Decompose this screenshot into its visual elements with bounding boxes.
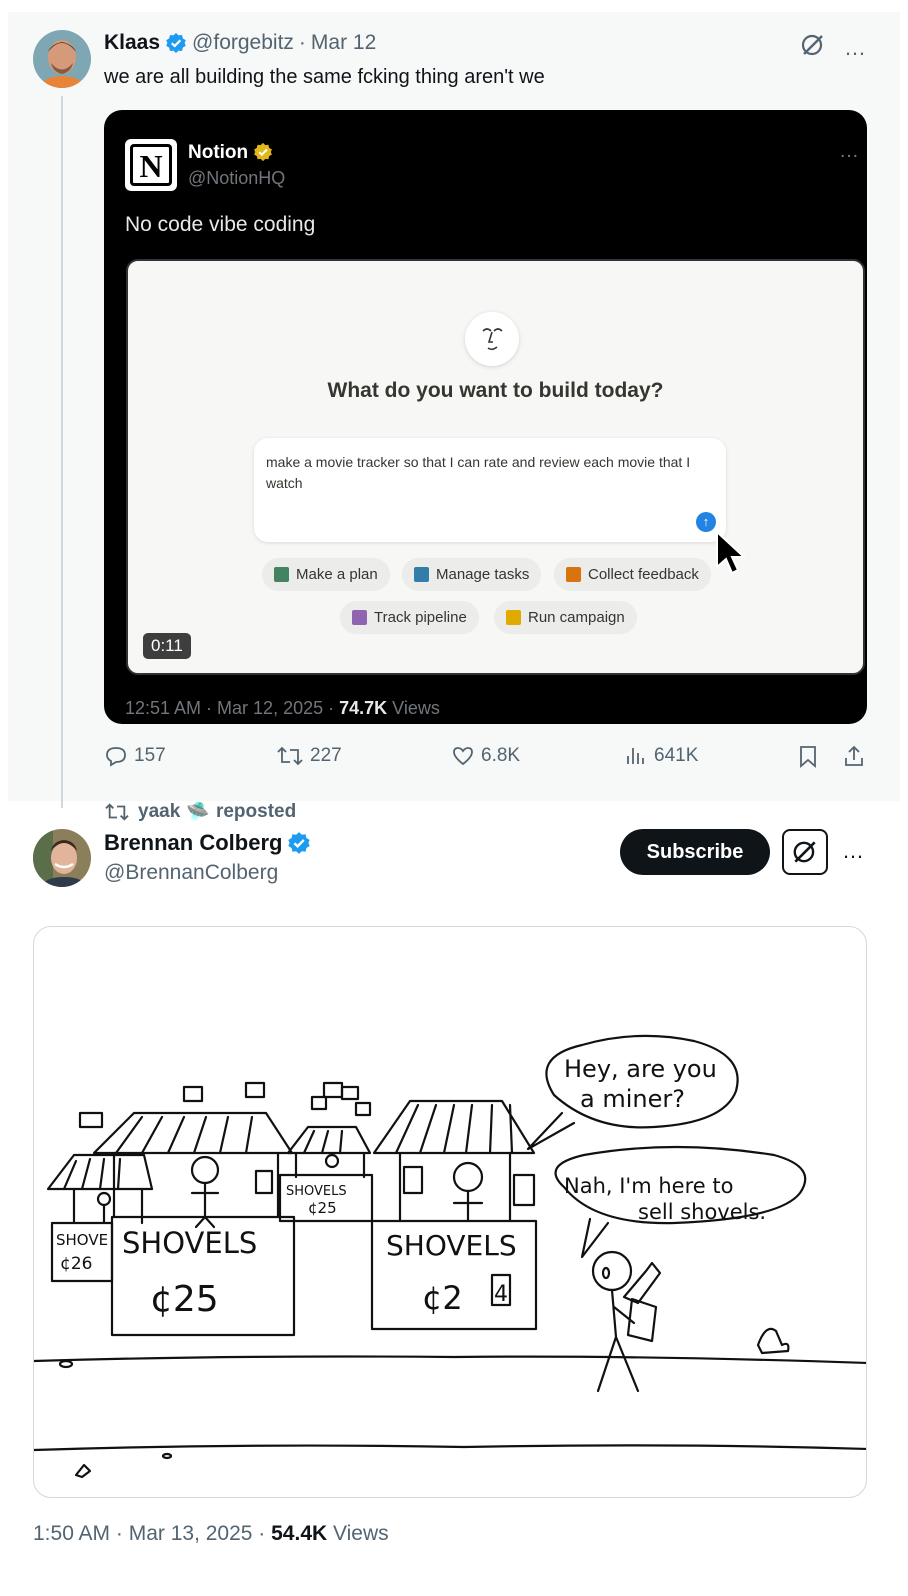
speech-bubble-1-line2: a miner? — [580, 1085, 685, 1113]
grok-icon[interactable] — [800, 32, 826, 63]
calendar-icon — [274, 567, 289, 582]
repost-count: 227 — [310, 745, 342, 766]
tweet-text: we are all building the same fcking thin… — [104, 66, 545, 88]
notion-ai-face-icon — [465, 312, 519, 366]
tweet2-views-count: 54.4K — [271, 1522, 328, 1545]
more-options-icon[interactable]: … — [844, 36, 866, 59]
chip-label: Make a plan — [296, 566, 378, 583]
quoted-more-icon[interactable]: … — [839, 140, 859, 163]
speech-bubble-2-line1: Nah, I'm here to — [564, 1174, 733, 1198]
grok-button[interactable] — [782, 829, 828, 875]
shovel-sellers-comic: SHOVE ¢26 SHOVELS ¢25 SHOVELS ¢25 SHOVEL… — [34, 1034, 866, 1479]
chip-manage-tasks: Manage tasks — [402, 558, 542, 591]
quoted-timestamp[interactable]: 12:51 AM · Mar 12, 2025 · — [125, 698, 339, 718]
bar-chart-icon — [352, 610, 367, 625]
reply-count: 157 — [134, 745, 166, 766]
tweet2-meta: 1:50 AM · Mar 13, 2025 · 54.4K Views — [33, 1522, 389, 1546]
analytics-icon — [627, 748, 644, 764]
share-button[interactable] — [842, 744, 872, 768]
ufo-emoji-icon: 🛸 — [186, 801, 210, 823]
bookmark-button[interactable] — [797, 744, 825, 768]
speech-bubble-2-line2: sell shovels. — [638, 1200, 766, 1224]
repost-indicator[interactable]: yaak 🛸 reposted — [104, 800, 296, 823]
chip-label: Manage tasks — [436, 566, 530, 583]
quoted-meta: 12:51 AM · Mar 12, 2025 · 74.7K Views — [125, 698, 440, 719]
comic-text-left-small: SHOVE — [56, 1231, 108, 1249]
comic-text-right-price: ¢2 — [422, 1279, 463, 1317]
quoted-author: Notion — [188, 142, 280, 164]
notion-logo-letter: N — [130, 144, 172, 186]
tweet1-action-bar: 157 227 6.8K 641K — [104, 744, 868, 772]
heart-icon — [453, 747, 473, 766]
chip-track-pipeline: Track pipeline — [340, 601, 479, 634]
comic-image[interactable]: SHOVE ¢26 SHOVELS ¢25 SHOVELS ¢25 SHOVEL… — [33, 926, 867, 1498]
checkbox-icon — [414, 567, 429, 582]
comic-text-main-sign: SHOVELS — [122, 1226, 257, 1260]
views-count: 641K — [654, 745, 699, 766]
speech-bubble-1-line1: Hey, are you — [564, 1055, 717, 1083]
subscribe-button[interactable]: Subscribe — [620, 829, 770, 875]
tweet1-header: Klaas @forgebitz · Mar 12 — [104, 31, 376, 55]
chip-make-a-plan: Make a plan — [262, 558, 390, 591]
verified-badge-icon — [165, 32, 187, 54]
verified-gold-badge-icon — [253, 142, 275, 164]
quoted-text: No code vibe coding — [125, 213, 316, 236]
verified-badge-icon — [287, 831, 311, 855]
video-duration: 0:11 — [143, 633, 191, 659]
reply-icon — [106, 747, 126, 767]
author-handle[interactable]: @BrennanColberg — [104, 861, 278, 885]
chip-collect-feedback: Collect feedback — [554, 558, 711, 591]
comic-text-middle-price: ¢25 — [308, 1199, 337, 1217]
chip-label: Run campaign — [528, 609, 625, 626]
reposter-name[interactable]: yaak — [138, 801, 180, 823]
comic-text-right-price-digit: 4 — [494, 1282, 508, 1307]
avatar-klaas[interactable] — [33, 30, 91, 88]
repost-small-icon — [105, 802, 129, 821]
chip-run-campaign: Run campaign — [494, 601, 637, 634]
reposted-label: reposted — [215, 800, 297, 822]
tweet2-views-label: Views — [327, 1522, 389, 1545]
author-name[interactable]: Brennan Colberg — [104, 830, 282, 856]
video-player[interactable]: What do you want to build today? make a … — [126, 259, 865, 675]
repost-icon — [277, 746, 303, 766]
tweet1-header-icons: … — [800, 32, 870, 63]
repost-button[interactable]: 227 — [276, 744, 342, 768]
chip-label: Track pipeline — [374, 609, 467, 626]
video-prompt-input: make a movie tracker so that I can rate … — [254, 438, 726, 542]
comic-text-middle-sign: SHOVELS — [286, 1184, 347, 1199]
tweet-date[interactable]: Mar 12 — [311, 31, 376, 55]
tweet2-timestamp[interactable]: 1:50 AM · Mar 13, 2025 · — [33, 1522, 271, 1545]
comic-text-right-sign: SHOVELS — [386, 1229, 517, 1262]
share-icon — [845, 745, 863, 766]
video-prompt-title: What do you want to build today? — [327, 379, 664, 402]
avatar-brennan[interactable] — [33, 829, 91, 887]
bookmark-icon — [800, 746, 816, 768]
mouse-cursor-icon — [716, 529, 747, 575]
like-count: 6.8K — [481, 745, 521, 766]
chip-label: Collect feedback — [588, 566, 699, 583]
tweet2-author: Brennan Colberg — [104, 830, 316, 856]
comic-text-left-small-price: ¢26 — [60, 1254, 92, 1274]
views-button[interactable]: 641K — [624, 744, 698, 768]
header-separator: · — [298, 31, 306, 54]
video-prompt-input-text: make a movie tracker so that I can rate … — [266, 454, 691, 491]
thread-line — [61, 96, 63, 808]
comic-text-main-price: ¢25 — [150, 1279, 219, 1320]
quoted-author-handle[interactable]: @NotionHQ — [188, 168, 285, 189]
author-name[interactable]: Klaas — [104, 31, 160, 55]
quoted-author-name[interactable]: Notion — [188, 142, 248, 164]
quoted-views-label: Views — [387, 698, 440, 718]
grok-icon — [793, 841, 816, 863]
more-options-icon[interactable]: … — [842, 838, 864, 864]
author-handle[interactable]: @forgebitz — [192, 31, 294, 55]
notion-logo[interactable]: N — [125, 139, 177, 191]
megaphone-icon — [506, 610, 521, 625]
inbox-icon — [566, 567, 581, 582]
reply-button[interactable]: 157 — [104, 744, 166, 768]
send-arrow-icon: ↑ — [696, 512, 716, 532]
quoted-tweet[interactable]: N Notion @NotionHQ … No code vibe coding… — [104, 110, 867, 724]
like-button[interactable]: 6.8K — [451, 744, 520, 768]
quoted-views-count: 74.7K — [339, 698, 388, 718]
